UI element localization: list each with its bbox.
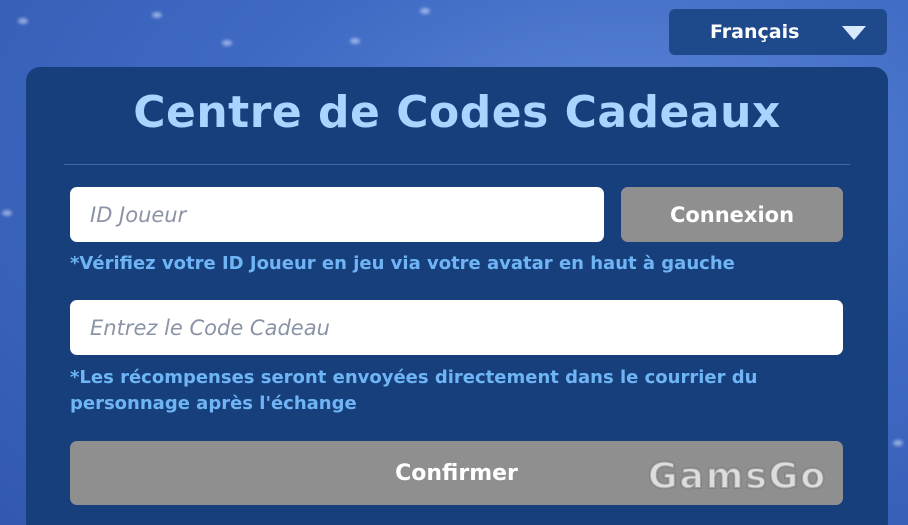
snowflake-decoration <box>420 8 430 14</box>
gift-code-hint: *Les récompenses seront envoyées directe… <box>70 367 758 414</box>
language-dropdown-label: Français <box>710 21 800 43</box>
player-id-input[interactable] <box>70 187 604 242</box>
page-title: Centre de Codes Cadeaux <box>133 87 781 138</box>
snowflake-decoration <box>893 440 903 446</box>
snowflake-decoration <box>18 18 28 24</box>
player-id-hint: *Vérifiez votre ID Joueur en jeu via vot… <box>70 253 735 274</box>
login-button[interactable]: Connexion <box>621 187 843 242</box>
snowflake-decoration <box>222 40 232 46</box>
language-dropdown[interactable]: Français <box>669 9 887 55</box>
title-divider <box>64 164 850 165</box>
snowflake-decoration <box>350 38 360 44</box>
triangle-down-icon <box>842 26 866 40</box>
snowflake-decoration <box>2 210 12 216</box>
snowflake-decoration <box>152 12 162 18</box>
watermark-logo: GamsGo <box>647 455 828 498</box>
gift-code-input[interactable] <box>70 300 843 355</box>
